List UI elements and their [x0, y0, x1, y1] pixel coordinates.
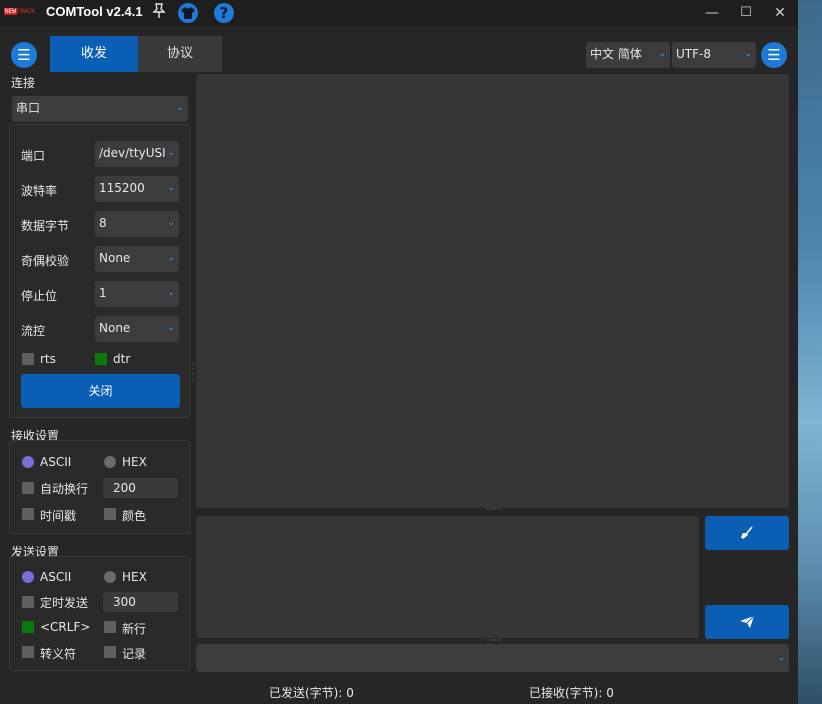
title-bar: NEWCRACK COMTool v2.4.1 ? — ☐ ✕: [0, 0, 798, 26]
chevron-down-icon: ⌄: [744, 49, 752, 59]
timestamp-checkbox[interactable]: [22, 508, 34, 520]
chevron-down-icon: ⌄: [167, 183, 175, 193]
auto-wrap-label: 自动换行: [40, 482, 89, 496]
baudrate-label: 波特率: [21, 184, 58, 198]
paper-plane-icon: [740, 615, 755, 628]
window-title: COMTool v2.4.1: [46, 4, 143, 19]
auto-wrap-checkbox[interactable]: [22, 482, 34, 494]
sent-bytes-status: 已发送(字节): 0: [269, 686, 354, 700]
right-menu-button[interactable]: ☰: [761, 42, 787, 68]
timestamp-label: 时间戳: [40, 509, 77, 523]
send-hex-label: HEX: [122, 570, 147, 584]
crlf-checkbox[interactable]: [22, 621, 34, 633]
receive-ascii-radio[interactable]: [22, 456, 34, 468]
connection-group: 端口 /dev/ttyUSI ⌄ 波特率 115200 ⌄ 数据字节 8 ⌄ 奇偶校验…: [9, 124, 190, 418]
databits-select[interactable]: 8 ⌄: [95, 211, 179, 237]
send-history-select[interactable]: ⌄: [196, 644, 789, 672]
color-checkbox[interactable]: [104, 508, 116, 520]
broom-icon: [741, 526, 753, 539]
send-text-area[interactable]: [196, 516, 699, 638]
newline-checkbox[interactable]: [104, 621, 116, 633]
send-button[interactable]: [705, 605, 789, 639]
flowcontrol-label: 流控: [21, 324, 46, 338]
pin-icon[interactable]: [150, 3, 168, 23]
pin-icon-glyph: [152, 3, 166, 18]
connection-label: 连接: [11, 76, 36, 90]
color-label: 颜色: [122, 509, 147, 523]
skin-icon[interactable]: [178, 3, 198, 23]
left-menu-button[interactable]: ☰: [11, 42, 37, 68]
timed-send-input[interactable]: 300: [103, 592, 178, 612]
language-select[interactable]: 中文 简体 ⌄: [586, 42, 670, 68]
send-settings-group: ASCII HEX 定时发送 300 <CRLF> 新行 转义符 记录: [9, 556, 190, 671]
connection-type-select[interactable]: 串口 ⌄: [12, 96, 188, 122]
help-icon[interactable]: ?: [214, 3, 234, 23]
chevron-down-icon: ⌄: [167, 218, 175, 228]
escape-label: 转义符: [40, 647, 77, 661]
timed-send-label: 定时发送: [40, 596, 89, 610]
record-checkbox[interactable]: [104, 646, 116, 658]
rts-checkbox[interactable]: [22, 353, 34, 365]
dtr-label: dtr: [113, 352, 131, 366]
baudrate-select[interactable]: 115200 ⌄: [95, 176, 179, 202]
close-port-button[interactable]: 关闭: [21, 374, 180, 408]
maximize-button[interactable]: ☐: [734, 3, 758, 23]
vertical-splitter-handle[interactable]: · · · ·: [191, 361, 195, 384]
app-window: NEWCRACK COMTool v2.4.1 ? — ☐ ✕ ☰ 收发 协议 …: [0, 0, 798, 704]
parity-select[interactable]: None ⌄: [95, 246, 179, 272]
desktop-background: [798, 0, 822, 704]
rts-label: rts: [40, 352, 56, 366]
flowcontrol-select[interactable]: None ⌄: [95, 316, 179, 342]
dtr-checkbox[interactable]: [95, 353, 107, 365]
send-ascii-label: ASCII: [40, 570, 72, 584]
port-select[interactable]: /dev/ttyUSI ⌄: [95, 141, 179, 167]
newline-label: 新行: [122, 622, 147, 636]
receive-hex-radio[interactable]: [104, 456, 116, 468]
crlf-label: <CRLF>: [40, 620, 91, 634]
record-label: 记录: [122, 647, 147, 661]
shirt-icon: [181, 7, 195, 19]
chevron-down-icon: ⌄: [176, 103, 184, 113]
horizontal-splitter-handle[interactable]: ······: [484, 505, 504, 514]
stopbits-label: 停止位: [21, 289, 58, 303]
close-button[interactable]: ✕: [768, 3, 792, 23]
port-label: 端口: [21, 149, 46, 163]
chevron-down-icon: ⌄: [777, 653, 785, 663]
clear-button[interactable]: [705, 516, 789, 550]
stopbits-select[interactable]: 1 ⌄: [95, 281, 179, 307]
chevron-down-icon: ⌄: [167, 148, 175, 158]
parity-label: 奇偶校验: [21, 254, 70, 268]
receive-ascii-label: ASCII: [40, 455, 72, 469]
minimize-button[interactable]: —: [700, 3, 724, 23]
app-logo: NEWCRACK: [4, 8, 35, 15]
receive-settings-group: ASCII HEX 自动换行 200 时间戳 颜色: [9, 440, 190, 534]
databits-label: 数据字节: [21, 219, 70, 233]
chevron-down-icon: ⌄: [658, 49, 666, 59]
auto-wrap-input[interactable]: 200: [103, 478, 178, 498]
timed-send-checkbox[interactable]: [22, 596, 34, 608]
encoding-select[interactable]: UTF-8 ⌄: [672, 42, 756, 68]
send-ascii-radio[interactable]: [22, 571, 34, 583]
tab-protocol[interactable]: 协议: [138, 36, 222, 72]
receive-text-area[interactable]: [196, 74, 789, 508]
receive-hex-label: HEX: [122, 455, 147, 469]
received-bytes-status: 已接收(字节): 0: [529, 686, 614, 700]
tab-send-receive[interactable]: 收发: [50, 36, 138, 72]
chevron-down-icon: ⌄: [167, 323, 175, 333]
chevron-down-icon: ⌄: [167, 253, 175, 263]
chevron-down-icon: ⌄: [167, 288, 175, 298]
send-hex-radio[interactable]: [104, 571, 116, 583]
escape-checkbox[interactable]: [22, 646, 34, 658]
